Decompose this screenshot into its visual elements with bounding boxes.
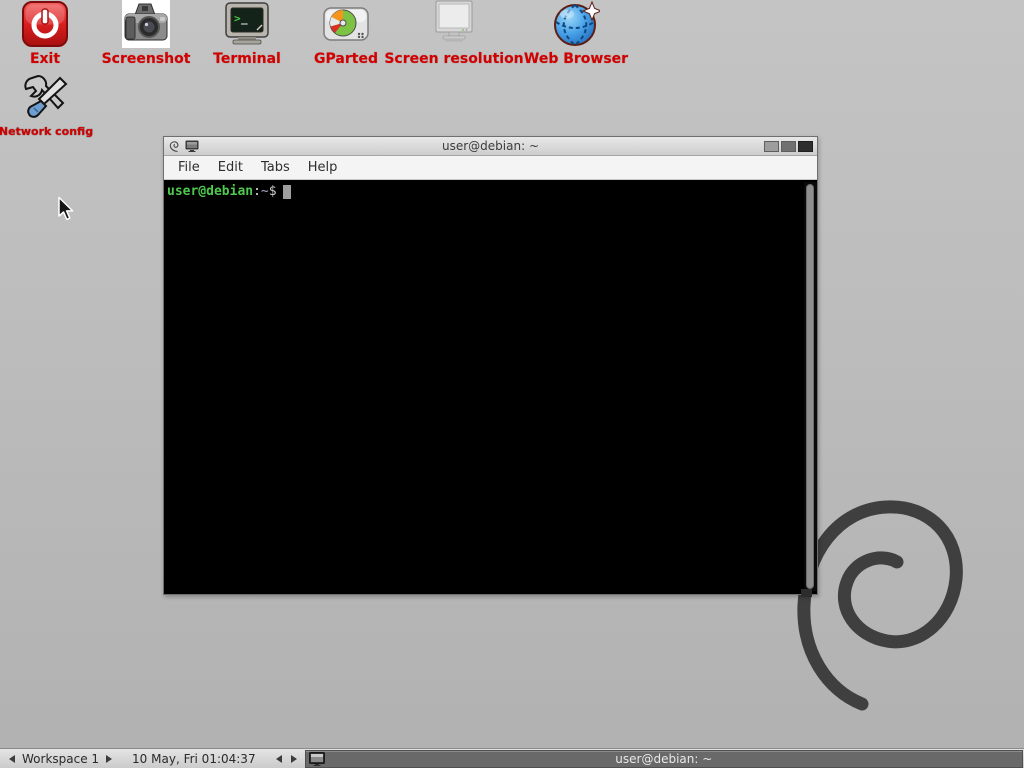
disk-partition-icon: [322, 0, 370, 48]
svg-text:>: >: [234, 12, 241, 25]
desktop-icon-web-browser[interactable]: Web Browser: [506, 0, 646, 67]
shell-prompt-line: user@debian:~$: [167, 184, 814, 200]
icon-label: Exit: [30, 52, 60, 67]
workspace-next-arrow[interactable]: [106, 755, 112, 763]
desktop-icon-screen-resolution[interactable]: Screen resolution: [384, 0, 524, 67]
window-titlebar[interactable]: user@debian: ~: [164, 137, 817, 156]
debian-swirl-watermark: [792, 497, 972, 717]
menu-file[interactable]: File: [169, 157, 209, 178]
workspace-label[interactable]: Workspace 1: [22, 752, 99, 766]
terminal-mini-icon: [185, 140, 199, 152]
globe-icon: [552, 0, 600, 48]
icon-label: Screen resolution: [384, 52, 523, 67]
workspace-prev-arrow[interactable]: [9, 755, 15, 763]
task-button-terminal[interactable]: user@debian: ~: [305, 750, 1023, 768]
icon-label: GParted: [314, 52, 378, 67]
taskbar: Workspace 1 10 May, Fri 01:04:37 user@de…: [0, 748, 1024, 768]
minimize-button[interactable]: [764, 141, 779, 152]
crt-terminal-icon: > _: [223, 0, 271, 48]
menu-tabs[interactable]: Tabs: [252, 157, 299, 178]
terminal-cursor: [283, 185, 291, 199]
icon-label: Network config: [0, 124, 93, 139]
icon-label: Web Browser: [524, 52, 628, 67]
terminal-scrollbar[interactable]: [804, 182, 817, 591]
terminal-window[interactable]: user@debian: ~ File Edit Tabs Help user@…: [163, 136, 818, 595]
desktop-icon-network-config[interactable]: Network config: [0, 72, 116, 139]
power-icon: [21, 0, 69, 48]
terminal-mini-icon: [309, 752, 325, 766]
prompt-separator: :: [253, 184, 261, 199]
terminal-menubar: File Edit Tabs Help: [164, 156, 817, 180]
terminal-screen[interactable]: user@debian:~$: [164, 181, 817, 592]
window-resize-grip[interactable]: [801, 589, 812, 597]
close-button[interactable]: [798, 141, 813, 152]
prompt-path: ~: [261, 184, 269, 199]
maximize-button[interactable]: [781, 141, 796, 152]
desktop: Exit Screenshot > _ Terminal: [0, 0, 1024, 768]
scrollbar-thumb[interactable]: [806, 184, 814, 589]
camera-icon: [122, 0, 170, 48]
icon-label: Terminal: [213, 52, 281, 67]
tasklist-prev-arrow[interactable]: [276, 755, 282, 763]
tools-icon: [22, 72, 70, 120]
prompt-symbol: $: [269, 184, 277, 199]
task-button-label: user@debian: ~: [615, 752, 712, 766]
menu-help[interactable]: Help: [299, 157, 347, 178]
monitor-icon: [430, 0, 478, 48]
prompt-user-host: user@debian: [167, 184, 253, 199]
tasklist-next-arrow[interactable]: [291, 755, 297, 763]
mouse-cursor: [57, 196, 77, 223]
taskbar-clock: 10 May, Fri 01:04:37: [132, 752, 256, 766]
window-title: user@debian: ~: [164, 139, 817, 153]
svg-text:_: _: [241, 12, 248, 25]
menu-edit[interactable]: Edit: [209, 157, 252, 178]
debian-swirl-icon: [168, 140, 181, 153]
